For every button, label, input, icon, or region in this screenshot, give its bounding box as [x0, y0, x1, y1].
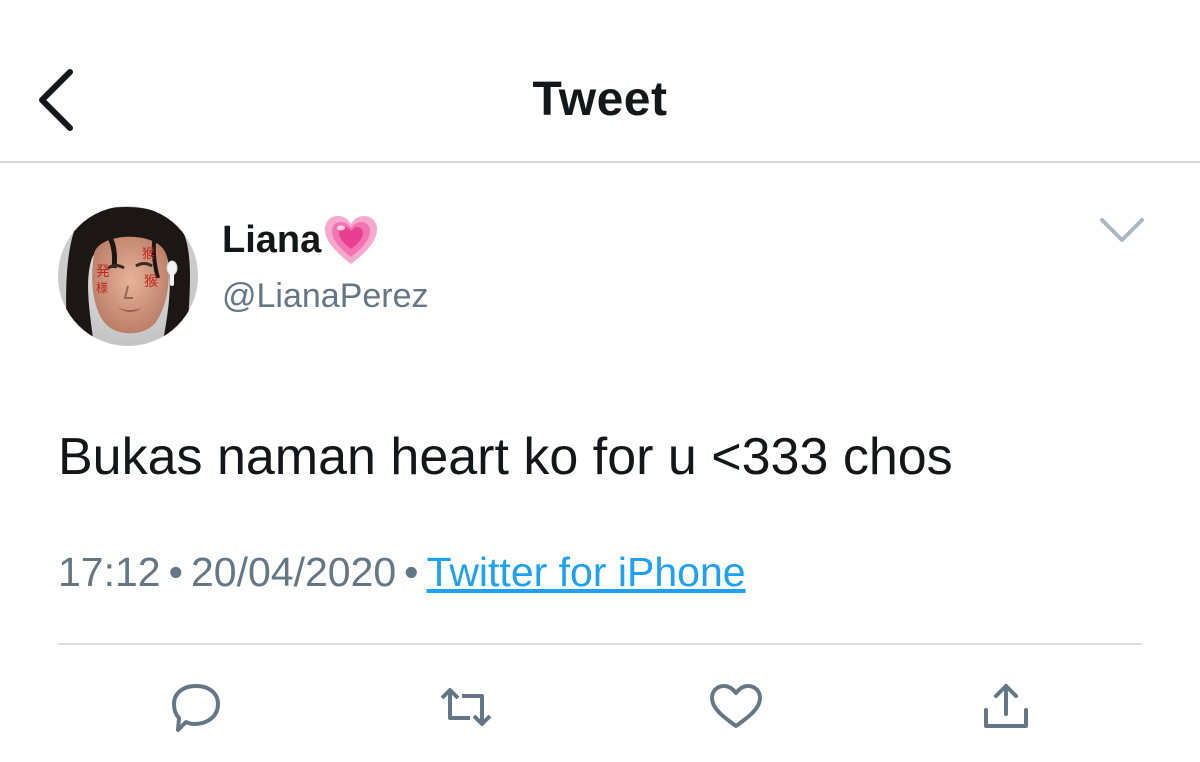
svg-text:猴: 猴	[142, 247, 155, 262]
reply-icon	[172, 684, 220, 732]
retweet-button[interactable]	[436, 680, 496, 734]
top-bar: Tweet	[0, 0, 1200, 163]
reply-button[interactable]	[166, 680, 226, 734]
svg-text:発: 発	[96, 264, 110, 280]
display-name[interactable]: Liana	[222, 217, 321, 263]
tweet-metadata: 17:12 • 20/04/2020 • Twitter for iPhone	[58, 546, 746, 598]
chevron-down-icon	[1100, 218, 1144, 242]
author-name-row[interactable]: Liana	[222, 212, 379, 268]
retweet-icon	[440, 688, 492, 726]
tweet-options-button[interactable]	[1096, 212, 1148, 248]
divider	[58, 643, 1142, 645]
growing-heart-icon	[325, 216, 378, 264]
tweet-text: Bukas naman heart ko for u <333 chos	[58, 428, 953, 486]
like-icon	[710, 684, 762, 728]
user-handle[interactable]: @LianaPerez	[222, 276, 429, 316]
page-title: Tweet	[532, 73, 668, 126]
separator-dot: •	[404, 549, 419, 595]
like-button[interactable]	[706, 680, 766, 734]
svg-text:様: 様	[96, 281, 108, 295]
tweet-date: 20/04/2020	[190, 549, 397, 595]
avatar[interactable]: 発 様 猴 猴	[58, 206, 198, 346]
separator-dot: •	[168, 549, 183, 595]
svg-text:猴: 猴	[144, 274, 158, 290]
tweet-time: 17:12	[58, 549, 161, 595]
tweet-source-link[interactable]: Twitter for iPhone	[427, 549, 746, 595]
avatar-image: 発 様 猴 猴	[58, 206, 198, 346]
share-icon	[984, 684, 1028, 728]
share-button[interactable]	[976, 680, 1036, 734]
